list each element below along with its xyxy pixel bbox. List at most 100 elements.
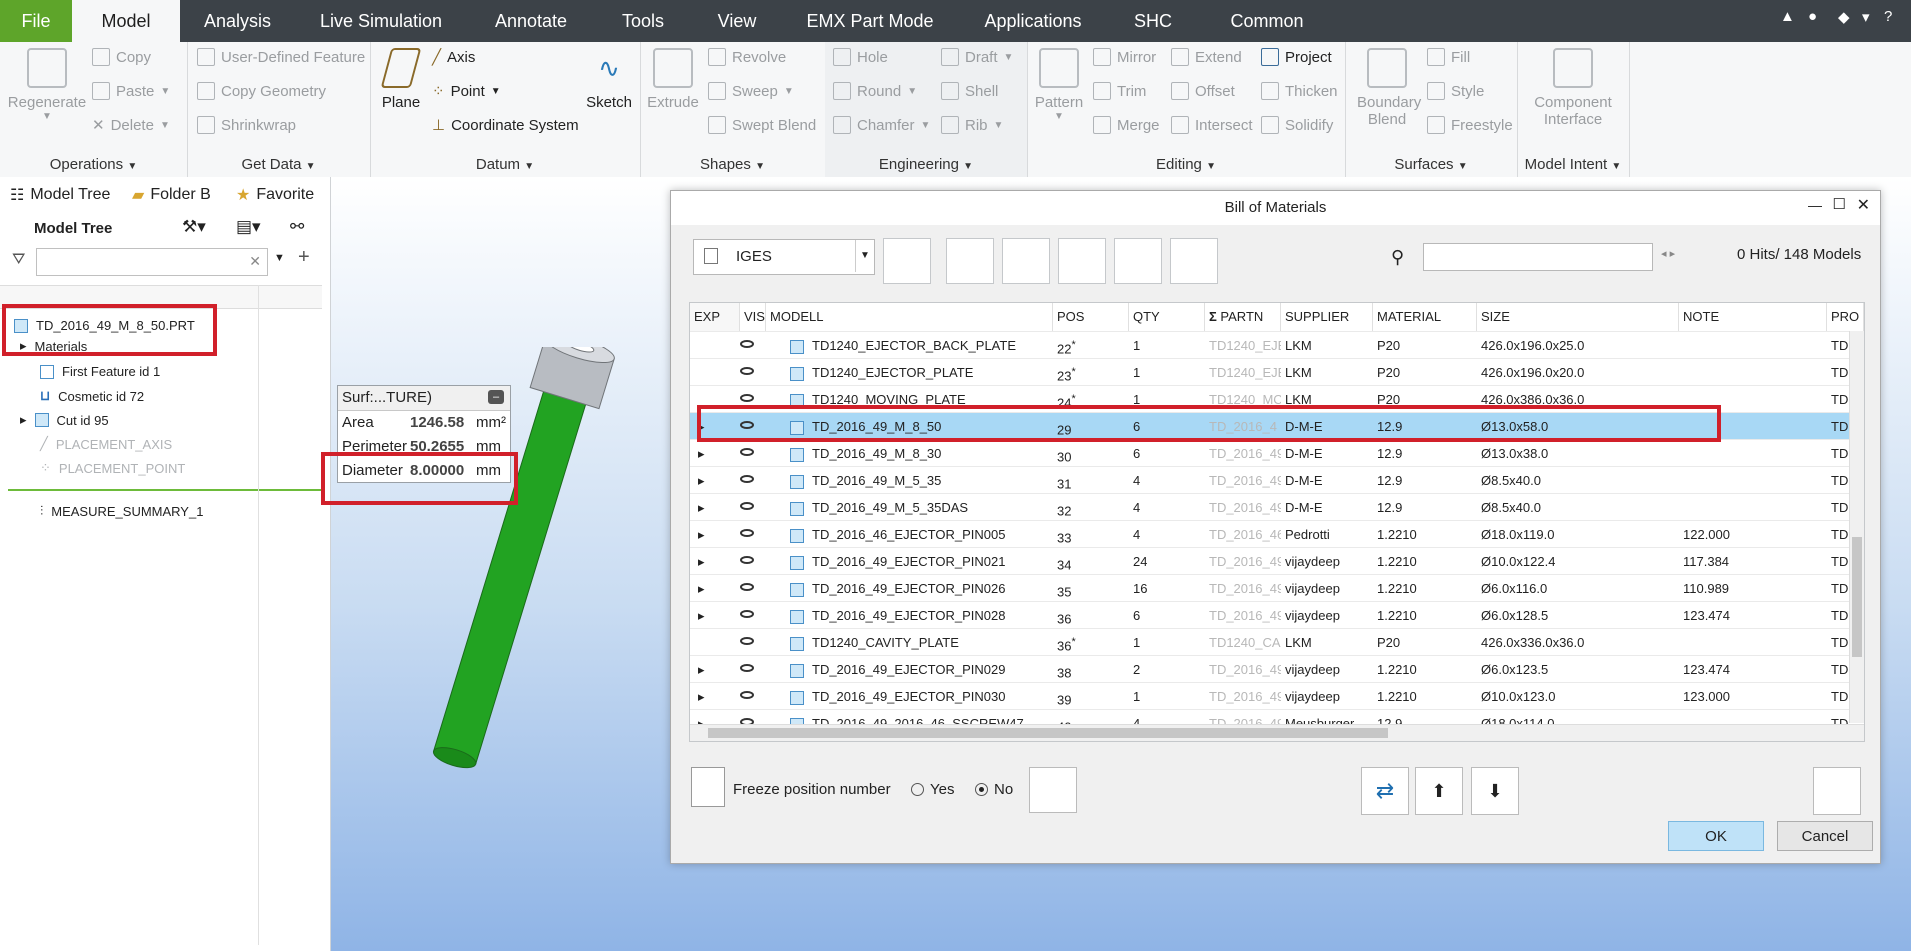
sweep-button[interactable]: Sweep ▼ bbox=[708, 82, 794, 100]
tree-item-placement-point[interactable]: ⁘ PLACEMENT_POINT bbox=[40, 460, 185, 476]
renumber-button[interactable] bbox=[1029, 767, 1077, 813]
thicken-button[interactable]: Thicken bbox=[1261, 82, 1338, 100]
expand-icon[interactable]: ▸ bbox=[698, 494, 705, 521]
learning-icon[interactable]: ◆ bbox=[1838, 8, 1850, 26]
tree-item-placement-axis[interactable]: ╱ PLACEMENT_AXIS bbox=[40, 436, 172, 452]
tab-common[interactable]: Common bbox=[1212, 0, 1322, 42]
col-header-supplier[interactable]: SUPPLIER bbox=[1281, 303, 1373, 331]
draft-button[interactable]: Draft ▼ bbox=[941, 48, 1013, 66]
operations-group-label[interactable]: Operations ▼ bbox=[0, 156, 187, 173]
tree-search-input[interactable]: ✕ bbox=[36, 248, 268, 276]
tree-item-first-feature[interactable]: First Feature id 1 bbox=[40, 364, 160, 379]
freestyle-button[interactable]: Freestyle bbox=[1427, 116, 1513, 134]
delete-button[interactable]: ✕ Delete ▼ bbox=[92, 116, 170, 135]
tab-view[interactable]: View bbox=[705, 0, 769, 42]
plane-button[interactable]: Plane bbox=[374, 48, 428, 111]
revolve-button[interactable]: Revolve bbox=[708, 48, 786, 66]
search-icon[interactable]: ● bbox=[1808, 8, 1817, 25]
swept-blend-button[interactable]: Swept Blend bbox=[708, 116, 816, 134]
cancel-button[interactable]: Cancel bbox=[1777, 821, 1873, 851]
move-up-button[interactable]: ⬆ bbox=[1415, 767, 1463, 815]
boundary-blend-button[interactable]: Boundary Blend bbox=[1349, 48, 1425, 128]
minimize-icon[interactable]: — bbox=[1808, 197, 1822, 213]
tree-settings-icon[interactable]: ⚒▾ bbox=[182, 217, 206, 237]
tree-item-cosmetic[interactable]: ⊔ Cosmetic id 72 bbox=[40, 388, 144, 404]
maximize-icon[interactable]: ☐ bbox=[1833, 195, 1846, 213]
table-row[interactable]: TD1240_EJECTOR_BACK_PLATE 22* 1 TD1240_EJE L… bbox=[690, 331, 1864, 359]
save-settings-button[interactable] bbox=[1813, 767, 1861, 815]
export-tree-button[interactable] bbox=[1058, 238, 1106, 284]
expand-icon[interactable]: ▸ bbox=[698, 575, 705, 602]
expand-icon[interactable]: ▸ bbox=[698, 656, 705, 683]
table-row[interactable]: TD1240_EJECTOR_PLATE 23* 1 TD1240_EJE LKM P20… bbox=[690, 358, 1864, 386]
shapes-group-label[interactable]: Shapes ▼ bbox=[640, 156, 825, 173]
expand-icon[interactable]: ▸ bbox=[698, 602, 705, 629]
copy-geometry-button[interactable]: Copy Geometry bbox=[197, 82, 326, 100]
offset-button[interactable]: Offset bbox=[1171, 82, 1235, 100]
tree-item-cut[interactable]: ▸ Cut id 95 bbox=[20, 412, 109, 428]
freeze-no-radio[interactable]: No bbox=[975, 781, 1013, 798]
table-row[interactable]: ▸ TD_2016_49_EJECTOR_PIN029 38 2 TD_2016_49 v… bbox=[690, 655, 1864, 683]
hole-button[interactable]: Hole bbox=[833, 48, 888, 66]
horizontal-scroll-thumb[interactable] bbox=[708, 728, 1388, 738]
expand-icon[interactable]: ▸ bbox=[698, 548, 705, 575]
ok-button[interactable]: OK bbox=[1668, 821, 1764, 851]
copy-button[interactable]: Copy bbox=[92, 48, 151, 66]
search-nav-arrows[interactable]: ◂ ▸ bbox=[1661, 247, 1675, 260]
export-excel-alt-button[interactable] bbox=[1170, 238, 1218, 284]
surfaces-group-label[interactable]: Surfaces ▼ bbox=[1345, 156, 1517, 173]
project-button[interactable]: Project bbox=[1261, 48, 1332, 66]
add-icon[interactable]: + bbox=[298, 246, 310, 269]
table-row[interactable]: ▸ TD_2016_49_EJECTOR_PIN021 34 24 TD_2016_49… bbox=[690, 547, 1864, 575]
export-excel-button[interactable] bbox=[1114, 238, 1162, 284]
tab-analysis[interactable]: Analysis bbox=[190, 0, 285, 42]
insert-here-line[interactable] bbox=[8, 489, 322, 491]
col-header-pos[interactable]: POS bbox=[1053, 303, 1129, 331]
tree-filter-display-icon[interactable]: ⚯ bbox=[290, 217, 304, 237]
expand-icon[interactable]: ▸ bbox=[698, 683, 705, 710]
file-menu[interactable]: File bbox=[0, 0, 72, 42]
regenerate-button[interactable]: Regenerate ▼ bbox=[4, 48, 90, 122]
table-row[interactable]: ▸ TD_2016_49_EJECTOR_PIN030 39 1 TD_2016_49 v… bbox=[690, 682, 1864, 710]
tree-item-measure-summary[interactable]: ⫶ MEASURE_SUMMARY_1 bbox=[40, 503, 203, 519]
sketch-button[interactable]: ∿ Sketch bbox=[582, 48, 636, 111]
export-file-button[interactable] bbox=[946, 238, 994, 284]
tab-emx-part-mode[interactable]: EMX Part Mode bbox=[795, 0, 945, 42]
intersect-button[interactable]: Intersect bbox=[1171, 116, 1253, 134]
table-row[interactable]: ▸ TD_2016_49_M_5_35 31 4 TD_2016_49 D-M-E 12.9… bbox=[690, 466, 1864, 494]
freeze-yes-radio[interactable]: Yes bbox=[911, 781, 954, 798]
engineering-group-label[interactable]: Engineering ▼ bbox=[825, 156, 1027, 173]
col-header-pro[interactable]: PRO bbox=[1827, 303, 1864, 331]
pattern-button[interactable]: Pattern ▼ bbox=[1031, 48, 1087, 122]
tab-annotate[interactable]: Annotate bbox=[480, 0, 582, 42]
expand-icon[interactable]: ▸ bbox=[698, 521, 705, 548]
collapse-icon[interactable]: – bbox=[488, 390, 504, 404]
bom-search-input[interactable] bbox=[1423, 243, 1653, 271]
export-xml-button[interactable] bbox=[1002, 238, 1050, 284]
extrude-button[interactable]: Extrude bbox=[644, 48, 702, 111]
dropdown-icon[interactable]: ▾ bbox=[1862, 8, 1870, 26]
search-dropdown-icon[interactable]: ▼ bbox=[274, 252, 285, 264]
col-header-modell[interactable]: MODELL bbox=[766, 303, 1053, 331]
col-header-vis[interactable]: VIS bbox=[740, 303, 766, 331]
mirror-button[interactable]: Mirror bbox=[1093, 48, 1156, 66]
style-button[interactable]: Style bbox=[1427, 82, 1484, 100]
col-header-note[interactable]: NOTE bbox=[1679, 303, 1827, 331]
get-data-group-label[interactable]: Get Data ▼ bbox=[187, 156, 370, 173]
expand-icon[interactable]: ▸ bbox=[698, 467, 705, 494]
tree-columns-icon[interactable]: ▤▾ bbox=[236, 217, 261, 237]
tab-model[interactable]: Model bbox=[72, 0, 180, 42]
component-interface-button[interactable]: Component Interface bbox=[1521, 48, 1625, 128]
table-row[interactable]: ▸ TD_2016_49_EJECTOR_PIN026 35 16 TD_2016_49… bbox=[690, 574, 1864, 602]
rib-button[interactable]: Rib ▼ bbox=[941, 116, 1003, 134]
table-row[interactable]: ▸ TD_2016_49_M_8_30 30 6 TD_2016_49 D-M-E 12.9… bbox=[690, 439, 1864, 467]
move-down-button[interactable]: ⬇ bbox=[1471, 767, 1519, 815]
editing-group-label[interactable]: Editing ▼ bbox=[1027, 156, 1345, 173]
format-settings-button[interactable] bbox=[883, 238, 931, 284]
tab-favorites[interactable]: ★ Favorite bbox=[236, 185, 314, 205]
collapse-ribbon-icon[interactable]: ▲ bbox=[1780, 8, 1795, 25]
tab-model-tree[interactable]: ☷ Model Tree bbox=[10, 185, 110, 205]
close-icon[interactable]: ✕ bbox=[1857, 195, 1870, 215]
user-defined-feature-button[interactable]: User-Defined Feature bbox=[197, 48, 365, 66]
shell-button[interactable]: Shell bbox=[941, 82, 998, 100]
